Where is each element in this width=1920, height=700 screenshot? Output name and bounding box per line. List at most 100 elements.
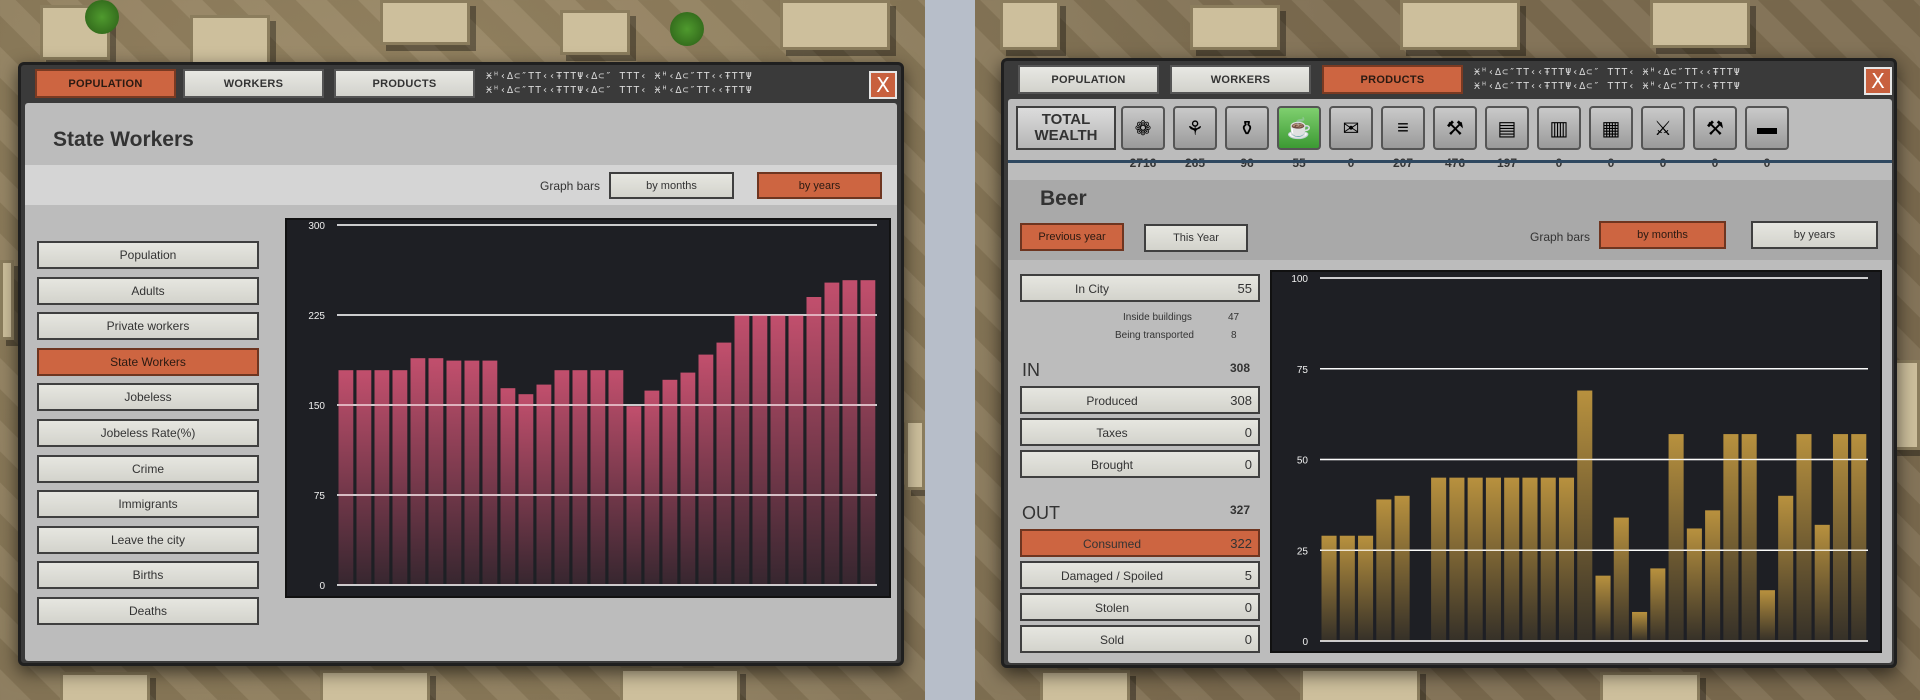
tab-workers[interactable]: WORKERS (1170, 65, 1311, 94)
sidebar-item-crime[interactable]: Crime (37, 454, 259, 483)
weapon-icon[interactable]: ⚔ (1641, 106, 1685, 150)
bar (1558, 477, 1575, 641)
papyrus-icon[interactable]: ✉ (1329, 106, 1373, 150)
bar (1851, 434, 1867, 641)
house-decoration (905, 420, 925, 490)
by-months-button[interactable]: by months (609, 172, 734, 199)
product-count: 0 (1607, 156, 1615, 170)
bar (392, 370, 408, 585)
bar (1358, 535, 1374, 641)
palm-tree-decoration (670, 12, 704, 46)
bar (1759, 590, 1775, 641)
house-decoration (190, 15, 270, 65)
sidebar-item-adults[interactable]: Adults (37, 276, 259, 305)
beer-icon[interactable]: ☕ (1277, 106, 1321, 150)
pottery-icon[interactable]: ⚱ (1225, 106, 1269, 150)
copper-icon[interactable]: ▥ (1537, 106, 1581, 150)
bar (1796, 434, 1812, 641)
consumed-row[interactable]: Consumed 322 (1020, 529, 1260, 557)
wood-icon[interactable]: ⚒ (1433, 106, 1477, 150)
bar (770, 315, 786, 585)
close-button[interactable]: X (869, 71, 897, 99)
wheat-icon[interactable]: ❁ (1121, 106, 1165, 150)
sidebar-item-leave-the-city[interactable]: Leave the city (37, 525, 259, 554)
produced-row[interactable]: Produced 308 (1020, 386, 1260, 414)
product-count: 2716 (1129, 156, 1157, 170)
bar (518, 394, 534, 585)
bar (1376, 499, 1392, 641)
screen-divider (925, 0, 975, 700)
row-value: 0 (1244, 457, 1252, 472)
tab-products[interactable]: PRODUCTS (334, 69, 475, 98)
bar (1485, 477, 1501, 641)
graph-bars-label: Graph bars (540, 179, 601, 193)
y-tick-label: 75 (314, 491, 326, 502)
bar (536, 384, 552, 585)
bar (1778, 495, 1794, 641)
inside-buildings-value: 47 (1228, 312, 1240, 323)
sidebar-item-deaths[interactable]: Deaths (37, 597, 259, 625)
total-wealth-button[interactable]: TOTAL WEALTH (1016, 106, 1116, 150)
previous-year-button[interactable]: Previous year (1020, 223, 1124, 251)
books-icon[interactable]: ≡ (1381, 106, 1425, 150)
sold-row[interactable]: Sold 0 (1020, 625, 1260, 653)
bar (1522, 477, 1538, 641)
this-year-button[interactable]: This Year (1144, 224, 1248, 252)
by-years-button[interactable]: by years (757, 172, 882, 199)
product-count: 265 (1184, 156, 1206, 170)
flax-icon[interactable]: ⚘ (1173, 106, 1217, 150)
chart-canvas: 0 25 50 75 100 (1291, 274, 1868, 648)
timber-icon[interactable]: ▬ (1745, 106, 1789, 150)
stolen-row[interactable]: Stolen 0 (1020, 593, 1260, 621)
brought-row[interactable]: Brought 0 (1020, 450, 1260, 478)
damaged-spoiled-row[interactable]: Damaged / Spoiled 5 (1020, 561, 1260, 589)
palm-tree-decoration (85, 0, 119, 34)
sidebar-item-immigrants[interactable]: Immigrants (37, 490, 259, 519)
by-months-button[interactable]: by months (1599, 221, 1726, 249)
bar (590, 370, 606, 585)
y-tick-label: 25 (1297, 546, 1309, 557)
tab-population[interactable]: POPULATION (35, 69, 176, 98)
bar (1832, 434, 1849, 641)
tool-icon[interactable]: ⚒ (1693, 106, 1737, 150)
sidebar-item-jobeless[interactable]: Jobeless (37, 383, 259, 412)
y-tick-label: 75 (1297, 365, 1309, 376)
gold-icon[interactable]: ▤ (1485, 106, 1529, 150)
tab-population[interactable]: POPULATION (1018, 65, 1159, 94)
out-section-label: OUT (1022, 503, 1060, 523)
close-button[interactable]: X (1864, 67, 1892, 95)
row-label: Brought (1090, 458, 1134, 472)
bar (662, 379, 678, 585)
decorative-glyph-strip: Ӿᴴ‹∆⊂″ΤΤ‹‹ŦΤΤΨ‹∆⊂″ ΤΤΤ‹ Ӿᴴ‹∆⊂″ΤΤ‹‹ŦΤΤΨ (486, 85, 753, 96)
tab-products[interactable]: PRODUCTS (1322, 65, 1463, 94)
bar (554, 370, 570, 585)
stone-icon[interactable]: ▦ (1589, 106, 1633, 150)
house-decoration (1040, 670, 1130, 700)
in-city-row[interactable]: In City 55 (1020, 274, 1260, 302)
house-decoration (1300, 668, 1420, 700)
by-years-button[interactable]: by years (1751, 221, 1878, 249)
product-count: 0 (1711, 156, 1719, 170)
taxes-row[interactable]: Taxes 0 (1020, 418, 1260, 446)
tab-workers[interactable]: WORKERS (183, 69, 324, 98)
bar (338, 370, 354, 585)
house-decoration (1400, 0, 1520, 50)
house-decoration (320, 670, 430, 700)
product-count: 207 (1392, 156, 1414, 170)
house-decoration (560, 10, 630, 55)
sidebar-item-population[interactable]: Population (37, 241, 259, 269)
in-section-label: IN (1022, 360, 1040, 380)
product-count: 476 (1444, 156, 1466, 170)
bar (1686, 528, 1702, 641)
row-label: Taxes (1096, 426, 1128, 440)
bar (1632, 611, 1648, 641)
bar (1339, 535, 1355, 641)
sidebar-item-jobeless-rate[interactable]: Jobeless Rate(%) (37, 419, 259, 447)
product-count: 0 (1659, 156, 1667, 170)
sidebar-item-state-workers[interactable]: State Workers (37, 347, 259, 376)
bar (410, 358, 426, 585)
bar (446, 360, 462, 585)
sidebar-item-births[interactable]: Births (37, 561, 259, 590)
y-tick-label: 0 (1302, 637, 1308, 648)
sidebar-item-private-workers[interactable]: Private workers (37, 312, 259, 341)
